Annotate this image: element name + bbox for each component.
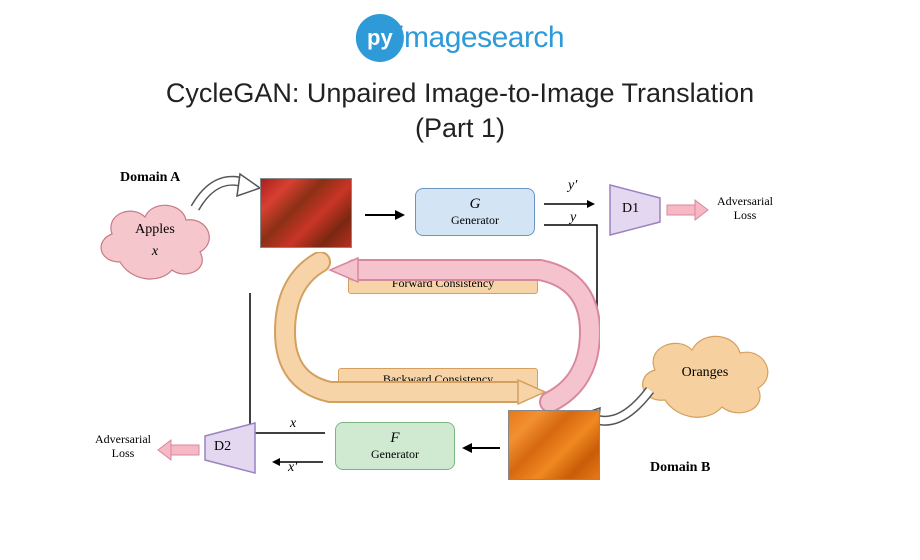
gen-g-label: Generator: [451, 213, 499, 228]
adversarial-loss-1: Adversarial Loss: [710, 194, 780, 223]
domain-a-name: Apples: [90, 222, 220, 238]
label-yprime: y′: [568, 178, 577, 194]
logo-py: py: [367, 25, 393, 51]
label-xprime: x′: [288, 460, 297, 476]
gen-f-label: Generator: [371, 447, 419, 462]
adversarial-loss-2: Adversarial Loss: [88, 432, 158, 461]
generator-f-box: F Generator: [335, 422, 455, 470]
apples-image: [260, 178, 352, 248]
arrow-xprime: [268, 452, 328, 472]
generator-g-box: G Generator: [415, 188, 535, 236]
page-title-line2: (Part 1): [0, 113, 920, 144]
arrow-to-g: [360, 205, 410, 225]
gen-g-symbol: G: [470, 196, 481, 213]
label-x: x: [290, 416, 296, 432]
domain-b-name: Oranges: [630, 365, 780, 381]
logo-text: imagesearch: [398, 21, 564, 55]
gen-f-symbol: F: [390, 430, 399, 447]
arrow-to-f: [460, 438, 505, 458]
d1-label: D1: [622, 201, 639, 217]
arrow-loss1: [665, 198, 710, 222]
d2-label: D2: [214, 439, 231, 455]
cyclegan-diagram: Domain A Apples x G Generator y′ y D1: [90, 160, 830, 530]
label-y: y: [570, 210, 576, 226]
domain-a-var: x: [90, 244, 220, 260]
page-title-line1: CycleGAN: Unpaired Image-to-Image Transl…: [0, 78, 920, 109]
domain-b-title: Domain B: [650, 460, 710, 476]
arrow-loss2: [156, 438, 201, 462]
pyimagesearch-logo: py imagesearch: [356, 14, 564, 62]
curved-arrow-a: [185, 168, 265, 223]
domain-a-title: Domain A: [120, 170, 180, 186]
oranges-image: [508, 410, 600, 480]
logo-circle: py: [356, 14, 404, 62]
